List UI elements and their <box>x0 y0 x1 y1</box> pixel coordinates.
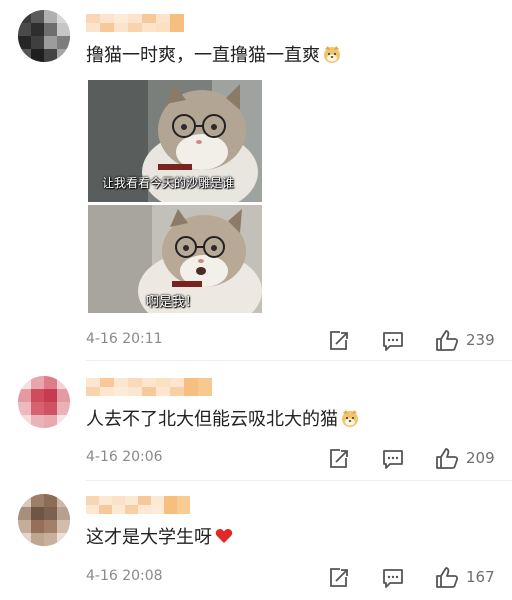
share-icon[interactable] <box>326 328 352 354</box>
like-count: 209 <box>466 449 495 467</box>
meme-image-top[interactable]: 让我看看今天的沙雕是谁 <box>88 80 262 202</box>
meme-caption-top: 让我看看今天的沙雕是谁 <box>102 176 235 190</box>
comment-text: 撸猫一时爽，一直撸猫一直爽 <box>86 44 342 71</box>
comment-text: 这才是大学生呀 <box>86 526 234 553</box>
timestamp: 4-16 20:08 <box>86 568 163 584</box>
like-icon[interactable] <box>434 446 460 472</box>
comment-meta: 4-16 20:08 167 <box>86 565 506 591</box>
share-icon[interactable] <box>326 446 352 472</box>
comment-text-content: 人去不了北大但能云吸北大的猫 <box>86 409 338 430</box>
meme-image-bottom[interactable]: 啊是我！ <box>88 205 262 313</box>
meme-caption-bottom: 啊是我！ <box>146 295 199 310</box>
avatar[interactable] <box>18 376 70 428</box>
username-pixelated[interactable] <box>86 14 184 32</box>
username-pixelated[interactable] <box>86 496 190 514</box>
comment-item: 撸猫一时爽，一直撸猫一直爽 让我看看今天的沙雕是谁 啊是我！ 4-16 20:1… <box>0 0 512 361</box>
timestamp: 4-16 20:06 <box>86 449 163 465</box>
username-pixelated[interactable] <box>86 378 212 396</box>
avatar[interactable] <box>18 10 70 62</box>
like-icon[interactable] <box>434 328 460 354</box>
divider <box>86 360 512 361</box>
like-icon[interactable] <box>434 565 460 591</box>
comment-meta: 4-16 20:11 239 <box>86 328 506 354</box>
divider <box>86 480 512 481</box>
comment-meta: 4-16 20:06 209 <box>86 446 506 472</box>
share-icon[interactable] <box>326 565 352 591</box>
comment-icon[interactable] <box>380 446 406 472</box>
doge-emoji <box>322 44 342 71</box>
comment-icon[interactable] <box>380 565 406 591</box>
comment-icon[interactable] <box>380 328 406 354</box>
comment-text-content: 撸猫一时爽，一直撸猫一直爽 <box>86 45 320 66</box>
avatar[interactable] <box>18 494 70 546</box>
timestamp: 4-16 20:11 <box>86 331 163 347</box>
comment-text-content: 这才是大学生呀 <box>86 527 212 548</box>
like-count: 167 <box>466 568 495 586</box>
comment-text: 人去不了北大但能云吸北大的猫 <box>86 408 360 435</box>
heart-emoji <box>214 526 234 553</box>
like-count: 239 <box>466 331 495 349</box>
doge-emoji <box>340 408 360 435</box>
